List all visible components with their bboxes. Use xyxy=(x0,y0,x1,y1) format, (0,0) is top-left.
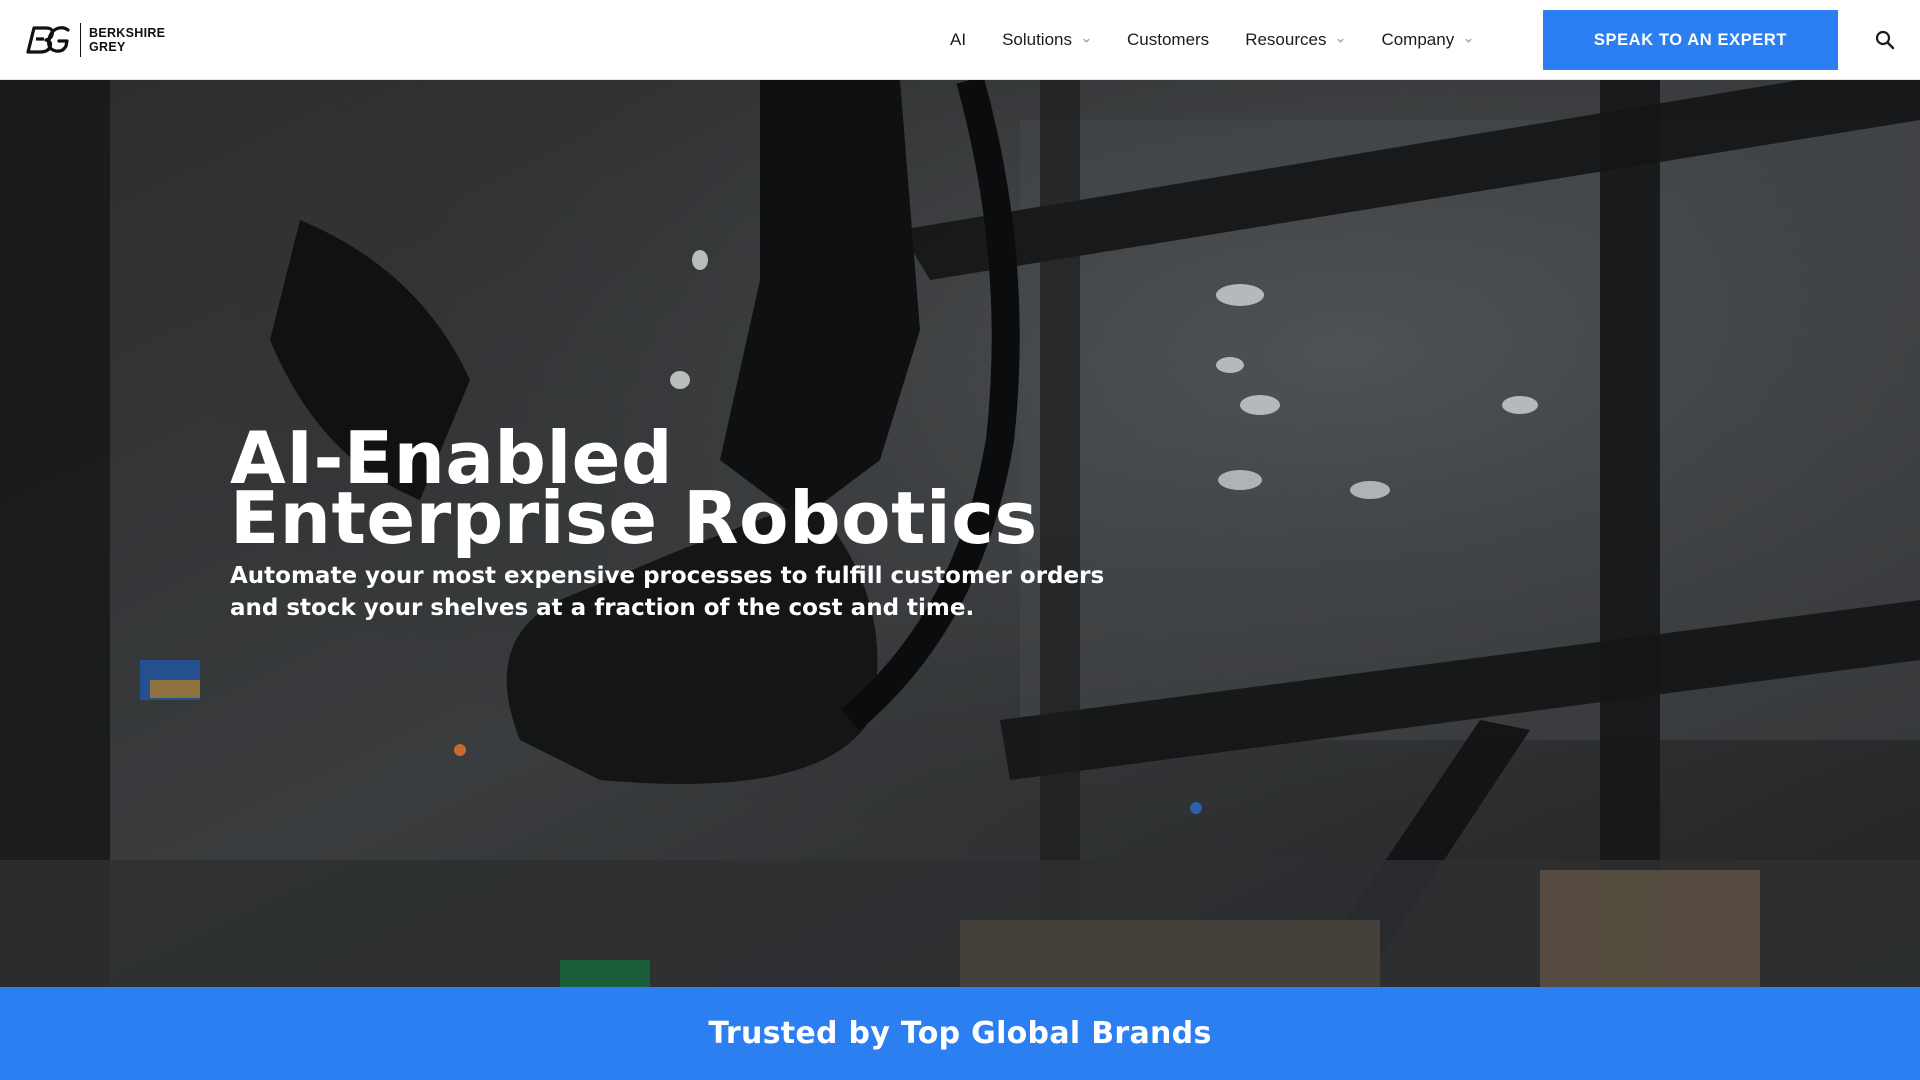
trusted-brands-band: Trusted by Top Global Brands xyxy=(0,987,1920,1080)
chevron-down-icon xyxy=(1337,38,1345,43)
brand-line2: GREY xyxy=(89,40,126,54)
hero-section: AI-Enabled Enterprise Robotics Automate … xyxy=(0,80,1920,987)
hero-title-line2: Enterprise Robotics xyxy=(230,476,1038,560)
nav-item-label: Resources xyxy=(1245,30,1327,49)
search-icon[interactable] xyxy=(1874,29,1896,51)
site-header: BERKSHIRE GREY AI Solutions Customers Re… xyxy=(0,0,1920,80)
nav-item-label: Customers xyxy=(1127,30,1210,49)
bg-monogram-icon xyxy=(26,26,70,54)
nav-item-solutions[interactable]: Solutions xyxy=(1002,30,1091,50)
brand-line1: BERKSHIRE xyxy=(89,26,166,40)
nav-item-label: Company xyxy=(1381,30,1455,49)
brand-wordmark: BERKSHIRE GREY xyxy=(89,26,165,54)
speak-to-expert-button[interactable]: SPEAK TO AN EXPERT xyxy=(1543,10,1838,70)
nav-item-customers[interactable]: Customers xyxy=(1127,30,1209,50)
nav-item-label: Solutions xyxy=(1002,30,1072,49)
nav-item-ai[interactable]: AI xyxy=(950,30,966,50)
nav-item-resources[interactable]: Resources xyxy=(1245,30,1345,50)
trusted-brands-heading: Trusted by Top Global Brands xyxy=(708,1016,1212,1051)
hero-title: AI-Enabled Enterprise Robotics xyxy=(230,422,1130,560)
logo-divider xyxy=(80,23,81,57)
chevron-down-icon xyxy=(1465,38,1472,43)
brand-logo[interactable]: BERKSHIRE GREY xyxy=(24,22,165,58)
nav-item-label: AI xyxy=(950,30,967,49)
chevron-down-icon xyxy=(1083,38,1090,43)
main-nav: AI Solutions Customers Resources Company xyxy=(950,0,1509,80)
nav-item-company[interactable]: Company xyxy=(1381,30,1473,50)
hero-subtitle: Automate your most expensive processes t… xyxy=(230,563,1105,621)
